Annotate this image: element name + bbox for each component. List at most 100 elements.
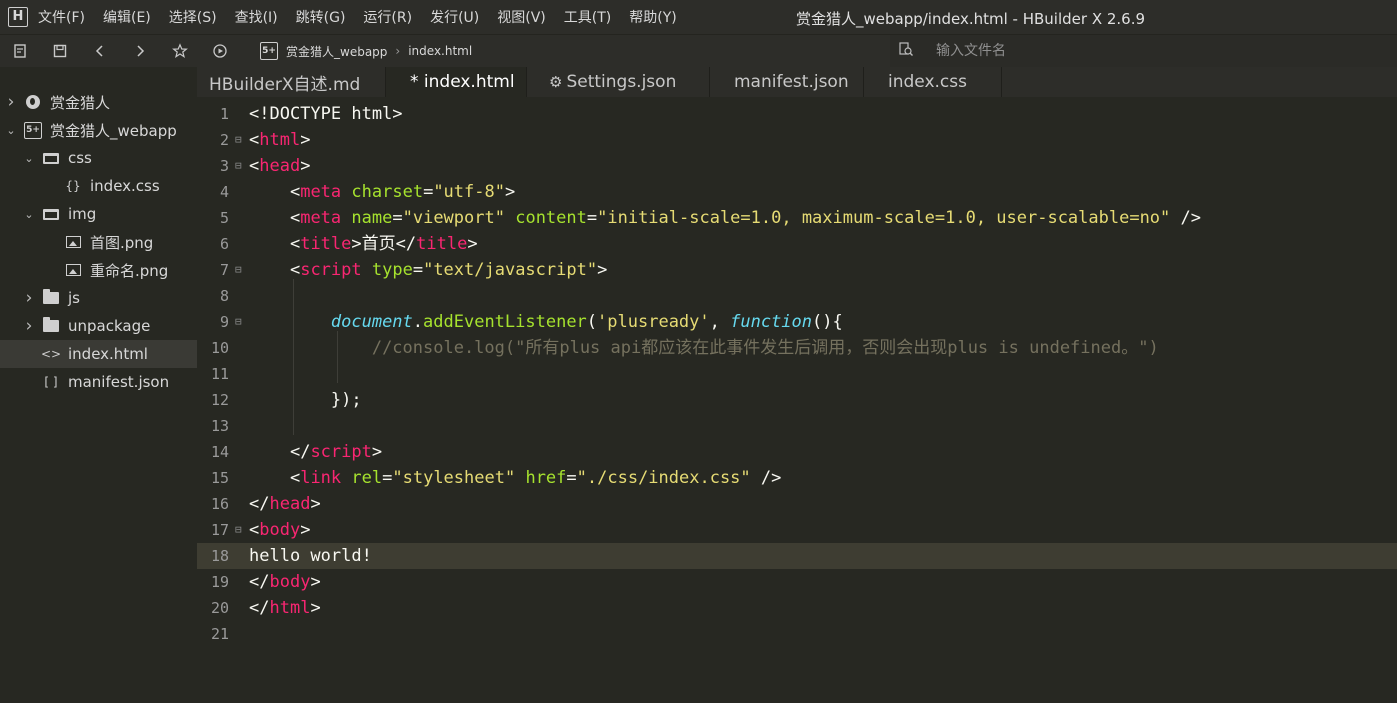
code-content: <html> xyxy=(249,130,311,150)
file-search-input[interactable] xyxy=(934,42,1358,60)
menu-item[interactable]: 文件(F) xyxy=(38,7,85,27)
folder-open-icon xyxy=(42,207,60,221)
menu-item[interactable]: 运行(R) xyxy=(363,7,412,27)
json-file-icon: [ ] xyxy=(44,375,58,389)
code-content: </html> xyxy=(249,598,321,618)
code-content: <body> xyxy=(249,520,311,540)
fold-toggle-icon[interactable]: ⊟ xyxy=(235,517,245,543)
line-number: 13 xyxy=(210,417,229,435)
menu-item[interactable]: 编辑(E) xyxy=(103,7,151,27)
folder-icon xyxy=(42,289,60,305)
chevron-right-icon[interactable]: › xyxy=(22,316,36,336)
tree-item[interactable]: 重命名.png xyxy=(0,256,197,284)
code-content: </script> xyxy=(289,442,383,462)
code-editor[interactable]: 1 <!DOCTYPE html> 2 ⊟ <html> 3 ⊟ <head> 4 <meta … xyxy=(197,97,1397,703)
code-line: 7 ⊟ <script type="text/javascript"> xyxy=(197,257,1397,283)
folder-open-icon xyxy=(42,151,60,165)
code-line: 11 xyxy=(197,361,1397,387)
editor-tab[interactable]: index.css xyxy=(864,67,1002,97)
line-number: 4 xyxy=(219,183,229,201)
menubar: H 文件(F) 编辑(E) 选择(S) 查找(I) 跳转(G) 运行(R) 发行(U) 视图(… xyxy=(0,0,1397,34)
code-line: 16 </head> xyxy=(197,491,1397,517)
image-file-icon xyxy=(64,235,82,249)
tree-item[interactable]: ⌄ img xyxy=(0,200,197,228)
tree-item[interactable]: ⌄ 5+ 赏金猎人_webapp xyxy=(0,116,197,144)
menu-item[interactable]: 查找(I) xyxy=(235,7,278,27)
line-number: 16 xyxy=(210,495,229,513)
code-line: 12 }); xyxy=(197,387,1397,413)
code-line: 6 <title>首页</title> xyxy=(197,231,1397,257)
star-icon[interactable] xyxy=(166,39,194,63)
tree-item-label: css xyxy=(68,149,92,167)
code-line: 13 xyxy=(197,413,1397,439)
tree-item[interactable]: <> index.html xyxy=(0,340,197,368)
breadcrumb-file[interactable]: index.html xyxy=(408,44,472,58)
line-number: 12 xyxy=(210,391,229,409)
editor-tab[interactable]: HBuilderX自述.md xyxy=(197,67,386,97)
code-content: <script type="text/javascript"> xyxy=(289,260,608,280)
breadcrumb-project[interactable]: 赏金猎人_webapp xyxy=(286,43,387,60)
file-search-icon xyxy=(898,41,918,61)
tree-item-label: index.html xyxy=(68,345,148,363)
tree-item[interactable]: 首图.png xyxy=(0,228,197,256)
chevron-right-icon[interactable]: › xyxy=(22,288,36,308)
forward-icon[interactable] xyxy=(126,39,154,63)
code-content: hello world! xyxy=(249,546,372,566)
line-number: 5 xyxy=(219,209,229,227)
new-file-icon[interactable] xyxy=(6,39,34,63)
tab-label: Settings.json xyxy=(566,72,677,92)
code-content: }); xyxy=(330,390,362,410)
tree-item-label: img xyxy=(68,205,97,223)
editor-tab[interactable]: manifest.json xyxy=(710,67,864,97)
chevron-right-icon[interactable]: › xyxy=(4,92,18,112)
chevron-down-icon[interactable]: ⌄ xyxy=(22,152,36,165)
image-file-icon xyxy=(64,263,82,277)
tree-item[interactable]: › 赏金猎人 xyxy=(0,88,197,116)
gear-icon: ⚙ xyxy=(549,73,563,91)
menu-item[interactable]: 发行(U) xyxy=(430,7,479,27)
menu-item[interactable]: 跳转(G) xyxy=(296,7,346,27)
fold-toggle-icon[interactable]: ⊟ xyxy=(235,153,245,179)
code-line: 15 <link rel="stylesheet" href="./css/in… xyxy=(197,465,1397,491)
menu-item[interactable]: 帮助(Y) xyxy=(629,7,676,27)
html-file-icon: <> xyxy=(40,347,62,361)
back-icon[interactable] xyxy=(86,39,114,63)
tree-item[interactable]: [ ] manifest.json xyxy=(0,368,197,396)
line-number: 6 xyxy=(219,235,229,253)
run-icon[interactable] xyxy=(206,39,234,63)
code-content: <title>首页</title> xyxy=(289,234,478,254)
fold-toggle-icon[interactable]: ⊟ xyxy=(235,309,245,335)
code-content: <meta charset="utf-8"> xyxy=(289,182,516,202)
editor-tab[interactable]: ⚙ Settings.json xyxy=(527,67,710,97)
tree-item[interactable]: ⌄ css xyxy=(0,144,197,172)
editor-tabs: HBuilderX自述.md * index.html ⚙ Settings.json… xyxy=(197,67,1397,97)
code-line: 21 xyxy=(197,621,1397,647)
editor-tab[interactable]: * index.html xyxy=(386,67,527,97)
code-content: //console.log("所有plus api都应该在此事件发生后调用，否则… xyxy=(371,338,1159,358)
fold-toggle-icon[interactable]: ⊟ xyxy=(235,257,245,283)
menu-item[interactable]: 工具(T) xyxy=(564,7,611,27)
code-content: <!DOCTYPE html> xyxy=(249,104,403,124)
menu-item[interactable]: 视图(V) xyxy=(497,7,546,27)
chevron-down-icon[interactable]: ⌄ xyxy=(22,208,36,221)
menu-item[interactable]: 选择(S) xyxy=(169,7,217,27)
project-explorer: › 赏金猎人 ⌄ 5+ 赏金猎人_webapp ⌄ css {} index.css ⌄ img 首图… xyxy=(0,67,198,703)
fold-toggle-icon[interactable]: ⊟ xyxy=(235,127,245,153)
tree-item-label: index.css xyxy=(90,177,160,195)
breadcrumb-chevron-icon: › xyxy=(395,44,401,58)
tree-item[interactable]: › js xyxy=(0,284,197,312)
s5-project-icon: 5+ xyxy=(24,121,42,139)
toolbar: 5+ 赏金猎人_webapp › index.html xyxy=(0,34,1397,67)
line-number: 15 xyxy=(210,469,229,487)
tab-label: index.css xyxy=(888,72,967,92)
tree-item-label: 重命名.png xyxy=(90,261,169,280)
code-line: 18 hello world! xyxy=(197,543,1397,569)
tree-item[interactable]: › unpackage xyxy=(0,312,197,340)
chevron-down-icon[interactable]: ⌄ xyxy=(4,124,18,137)
save-icon[interactable] xyxy=(46,39,74,63)
code-line: 2 ⊟ <html> xyxy=(197,127,1397,153)
line-number: 10 xyxy=(210,339,229,357)
tree-item[interactable]: {} index.css xyxy=(0,172,197,200)
line-number: 18 xyxy=(210,547,229,565)
code-line: 10 //console.log("所有plus api都应该在此事件发生后调用… xyxy=(197,335,1397,361)
